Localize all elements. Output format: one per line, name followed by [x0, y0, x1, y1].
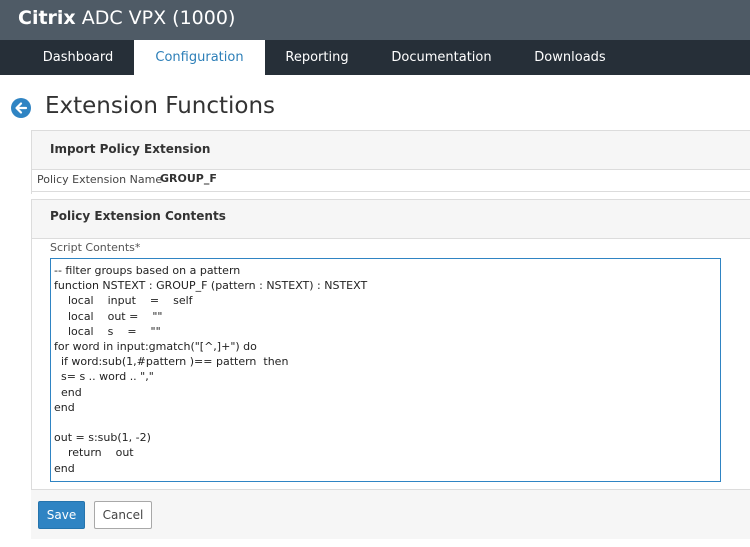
import-policy-title: Import Policy Extension: [50, 142, 211, 156]
app-title: Citrix ADC VPX (1000): [18, 7, 235, 29]
page-title: Extension Functions: [45, 93, 276, 119]
product-name: ADC VPX (1000): [75, 7, 236, 29]
tab-configuration[interactable]: Configuration: [134, 40, 265, 75]
cancel-button[interactable]: Cancel: [94, 501, 152, 529]
divider: [31, 191, 750, 192]
main-nav: Dashboard Configuration Reporting Docume…: [0, 40, 750, 75]
save-button[interactable]: Save: [38, 501, 85, 529]
top-header: Citrix ADC VPX (1000): [0, 0, 750, 40]
arrow-left-icon: [15, 102, 28, 114]
script-contents-label: Script Contents*: [50, 241, 141, 254]
brand-name: Citrix: [18, 7, 76, 29]
tab-reporting[interactable]: Reporting: [268, 40, 366, 75]
tab-downloads[interactable]: Downloads: [518, 40, 622, 75]
tab-dashboard[interactable]: Dashboard: [23, 40, 133, 75]
policy-extension-name-value: GROUP_F: [160, 172, 217, 185]
policy-extension-name-label: Policy Extension Name: [37, 173, 163, 186]
tab-documentation[interactable]: Documentation: [374, 40, 509, 75]
extension-contents-title: Policy Extension Contents: [50, 209, 226, 223]
back-button[interactable]: [11, 98, 31, 118]
script-contents-editor[interactable]: -- filter groups based on a pattern func…: [50, 258, 721, 482]
